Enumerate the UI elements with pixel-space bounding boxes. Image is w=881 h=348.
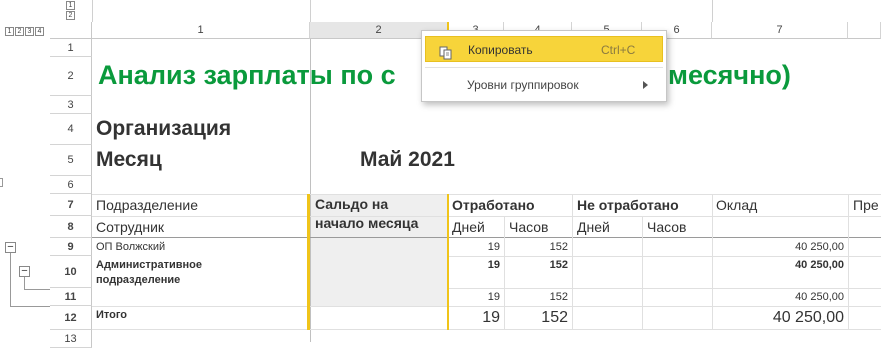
row12-hours: 152 [541,309,568,326]
col-group-level-2-button[interactable]: 2 [66,11,75,20]
submenu-arrow-icon [643,81,648,89]
grid-line [92,329,881,330]
header-hours: Часов [509,219,549,235]
month-label: Месяц [96,148,162,171]
collapse-group-button-row10[interactable]: − [19,266,30,277]
row11-salary: 40 250,00 [795,291,844,303]
col-group-divider [310,0,311,22]
group-line [24,289,50,290]
grid-line [92,216,881,217]
header-more: Пре [853,197,879,213]
header-balance-line1: Сальдо на [315,196,389,212]
header-not-worked: Не отработано [577,197,679,213]
copy-icon [439,43,453,60]
row11-days: 19 [487,291,500,303]
column-header-1[interactable]: 1 [92,22,310,39]
row9-days: 19 [487,241,500,253]
row-header-6[interactable]: 6 [50,176,92,194]
row-header-5[interactable]: 5 [50,145,92,176]
row-header-4[interactable]: 4 [50,114,92,145]
row10-hours: 152 [549,259,568,271]
grid-line [848,194,849,330]
header-days-not-worked: Дней [577,219,610,235]
grid-line [92,237,881,238]
menu-copy-label: Копировать [468,43,533,57]
row12-total-label: Итого [96,309,128,321]
menu-item-copy[interactable]: Копировать Ctrl+C [425,36,663,62]
column-header-8[interactable] [848,22,881,39]
menu-copy-shortcut: Ctrl+C [601,43,636,57]
header-hours-not-worked: Часов [647,219,687,235]
row12-salary: 40 250,00 [772,309,844,326]
row-header-1[interactable]: 1 [50,39,92,57]
report-title-tail: месячно) [668,60,791,90]
row9-salary: 40 250,00 [795,241,844,253]
group-line [10,253,11,306]
row-header-10[interactable]: 10 [50,256,92,288]
group-line [24,277,25,289]
row-header-9[interactable]: 9 [50,238,92,256]
row-group-marker [0,178,3,187]
header-balance-line2: начало месяца [315,215,419,231]
row-header-8[interactable]: 8 [50,216,92,238]
row-header-7[interactable]: 7 [50,194,92,216]
header-salary: Оклад [716,197,758,213]
grid-line [92,194,881,195]
accent-line [307,194,310,330]
row-group-level-4-button[interactable]: 4 [35,27,44,36]
month-value: Май 2021 [360,148,455,171]
menu-separator [425,67,663,68]
row-header-3[interactable]: 3 [50,96,92,114]
col-group-level-1-button[interactable]: 1 [66,1,75,10]
header-employee: Сотрудник [96,219,165,235]
header-department: Подразделение [96,197,199,213]
row10-name-line1: Административное [96,259,202,271]
header-days: Дней [452,219,485,235]
row11-hours: 152 [549,291,568,303]
header-worked: Отработано [452,197,535,213]
menu-grouping-label: Уровни группировок [467,78,579,92]
grid-line [572,194,573,330]
context-menu: Копировать Ctrl+C Уровни группировок [421,30,667,102]
row9-name: ОП Волжский [96,241,166,253]
row-header-2[interactable]: 2 [50,57,92,96]
row-header-13[interactable]: 13 [50,330,92,348]
grid-line [448,256,881,257]
column-header-7[interactable]: 7 [712,22,848,39]
col-group-divider-3 [92,0,93,22]
grid-line [642,216,643,330]
report-title: Анализ зарплаты по с [98,60,396,90]
col-group-divider-2 [712,0,713,22]
menu-item-grouping-levels[interactable]: Уровни группировок [425,72,663,98]
row10-salary: 40 250,00 [795,259,844,271]
row-group-level-3-button[interactable]: 3 [25,27,34,36]
row-group-level-2-button[interactable]: 2 [15,27,24,36]
row-header-11[interactable]: 11 [50,288,92,306]
row-group-strip [0,39,50,342]
organization-label: Организация [96,117,232,140]
row-group-level-1-button[interactable]: 1 [5,27,14,36]
grid-line [448,288,881,289]
row12-days: 19 [482,309,500,326]
group-line [10,306,50,307]
corner-cell [50,22,92,39]
row-header-12[interactable]: 12 [50,306,92,330]
row10-days: 19 [487,259,500,271]
grid-line [92,306,881,307]
collapse-group-button-row9[interactable]: − [5,242,16,253]
row9-hours: 152 [549,241,568,253]
row10-name-line2: подразделение [96,274,181,286]
